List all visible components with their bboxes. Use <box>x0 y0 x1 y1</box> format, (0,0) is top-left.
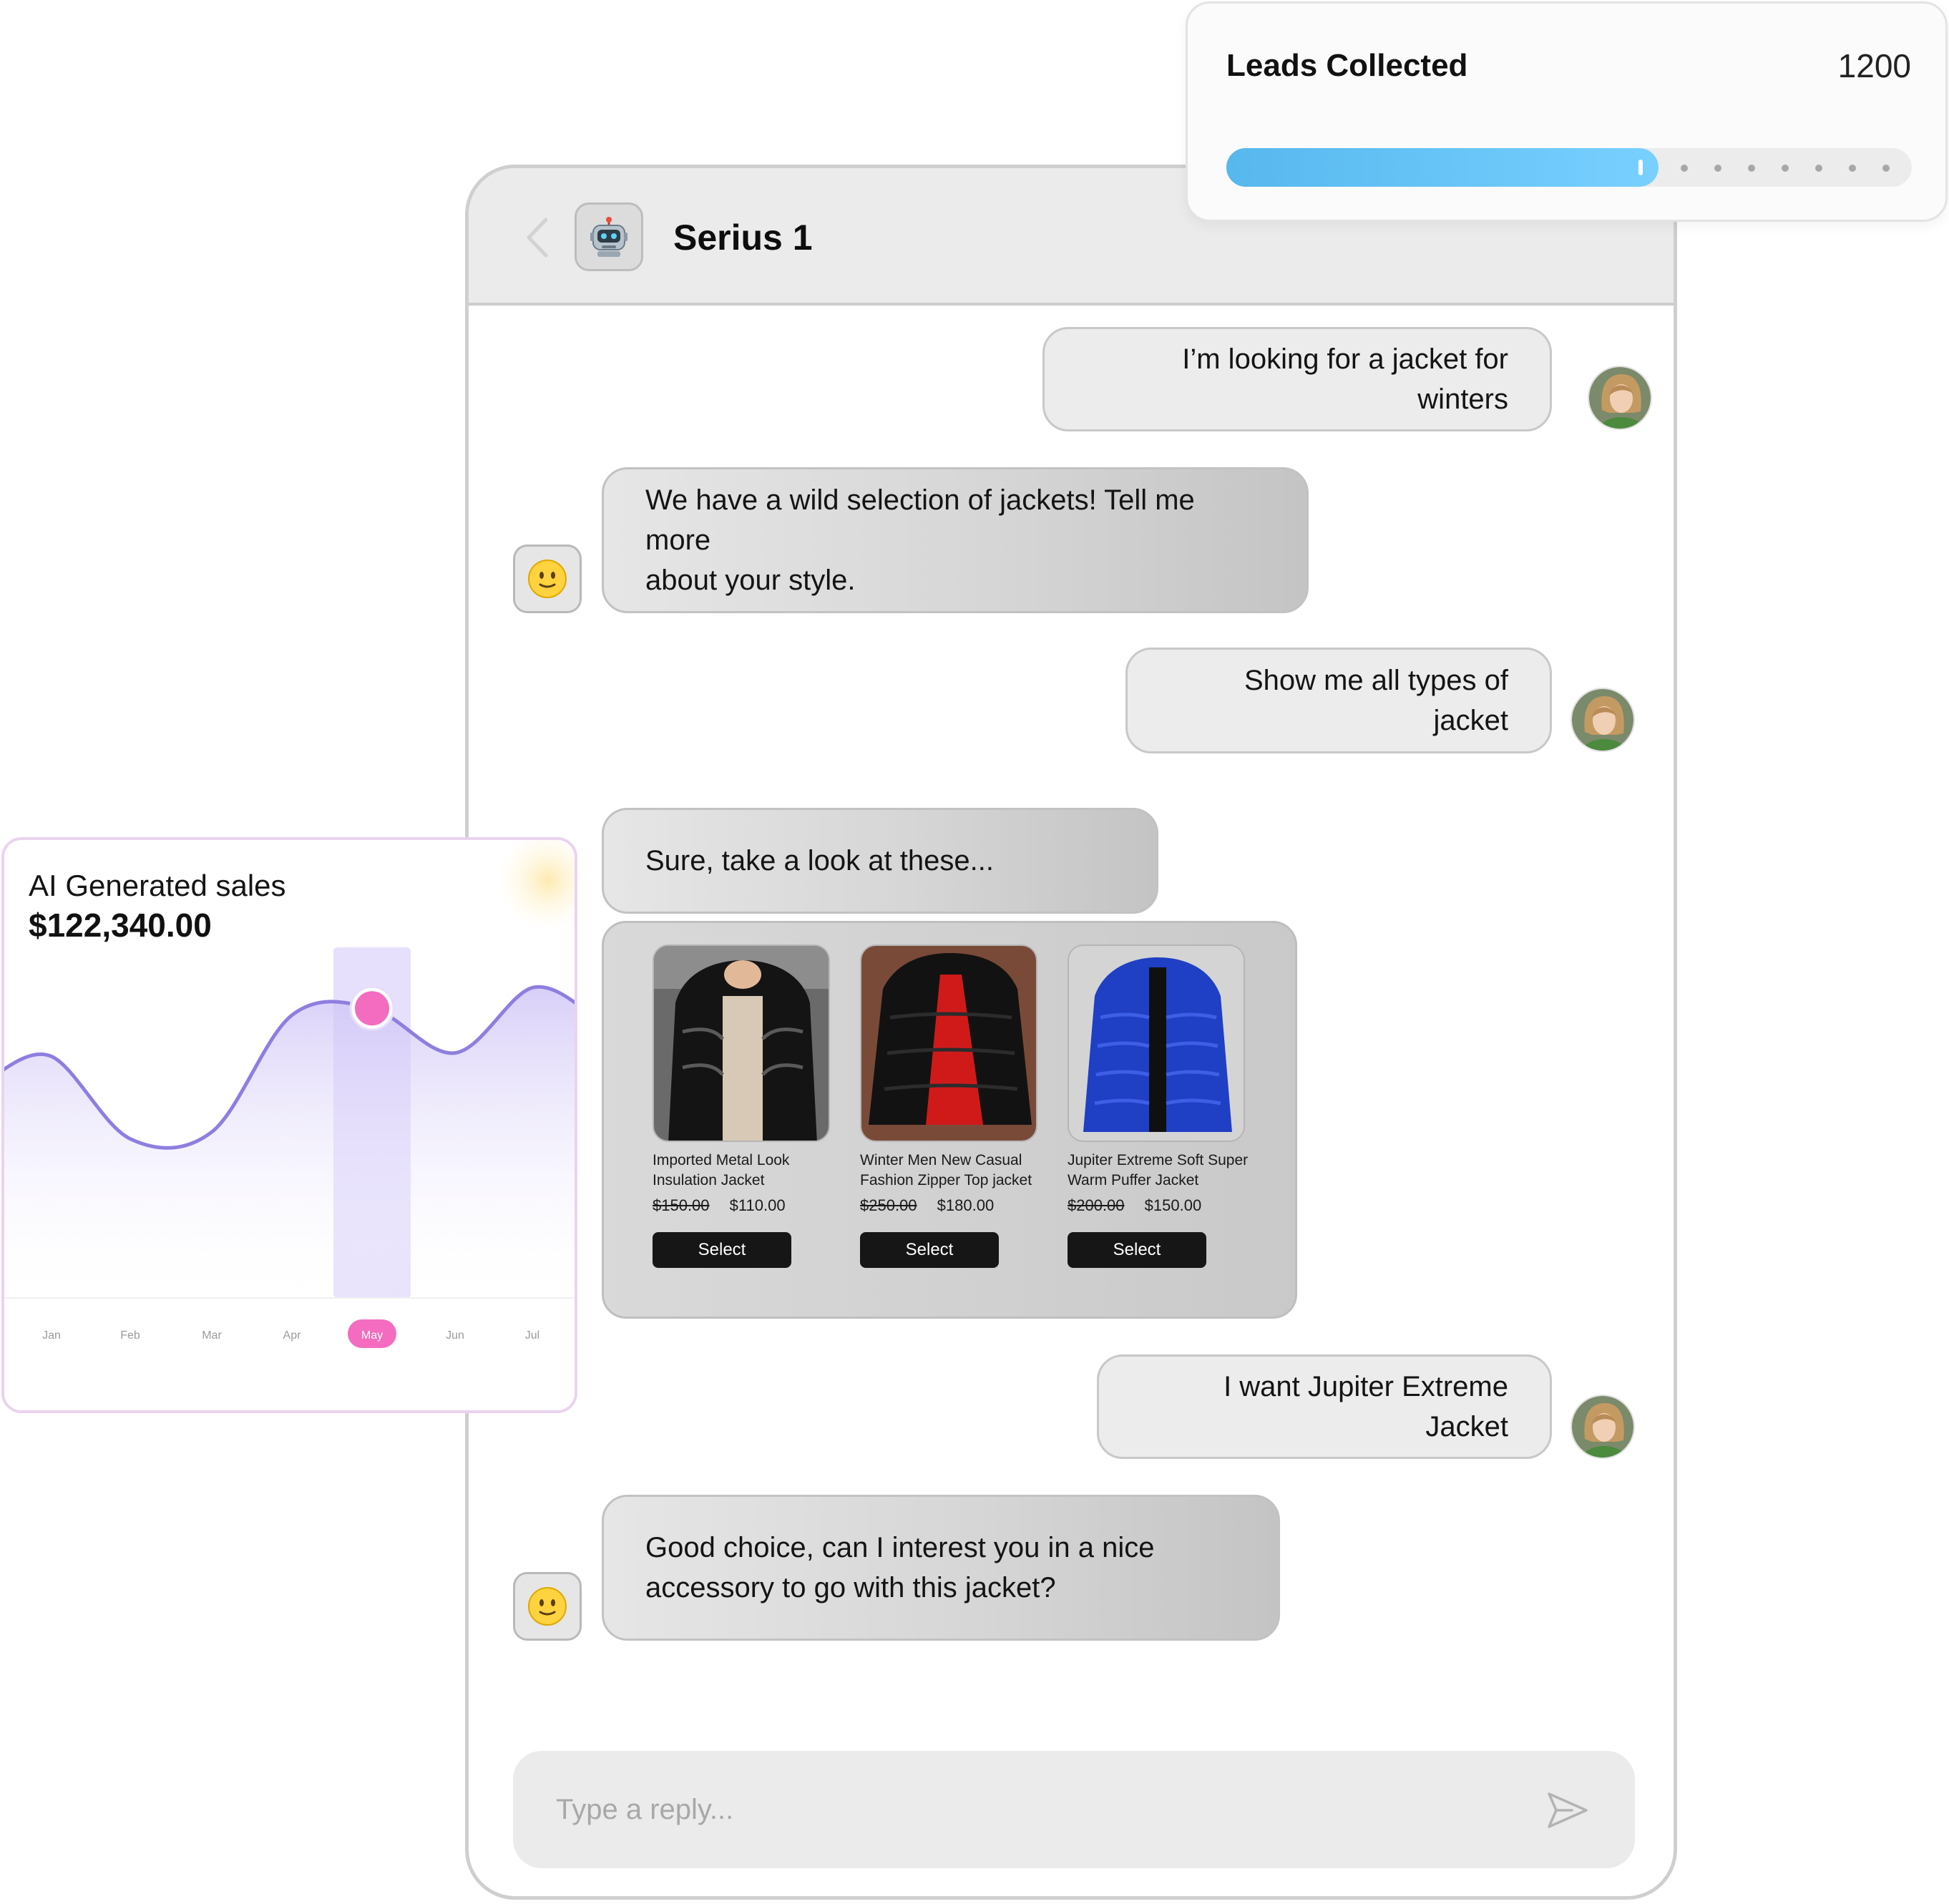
reply-input[interactable] <box>556 1782 1486 1837</box>
old-price: $200.00 <box>1068 1196 1125 1214</box>
smiley-icon <box>528 1587 567 1626</box>
product-name-line: Winter Men New Casual <box>860 1152 1022 1168</box>
send-icon[interactable] <box>1543 1787 1591 1834</box>
select-button[interactable]: Select <box>1068 1232 1206 1268</box>
product-name-line: Warm Puffer Jacket <box>1068 1172 1199 1188</box>
user-message: I’m looking for a jacket for winters <box>1042 327 1552 431</box>
x-tick-label: Jun <box>446 1329 464 1342</box>
robot-icon <box>590 217 627 257</box>
product-prices: $150.00 $110.00 <box>653 1195 830 1216</box>
user-message: Show me all types of jacket <box>1125 648 1552 753</box>
product-name-line: Imported Metal Look <box>653 1152 790 1168</box>
product-carousel: Imported Metal Look Insulation Jacket $1… <box>602 921 1297 1319</box>
message-text: Show me all types of jacket <box>1244 665 1508 736</box>
leads-progress-dot <box>1815 165 1822 172</box>
chat-title: Serius 1 <box>673 218 813 258</box>
message-text: Good choice, can I interest you in a nic… <box>645 1528 1155 1608</box>
user-message: I want Jupiter Extreme Jacket <box>1097 1354 1552 1459</box>
user-avatar <box>1571 1395 1635 1459</box>
leads-progress-dot <box>1882 165 1890 172</box>
old-price: $250.00 <box>860 1196 917 1214</box>
bot-message: Good choice, can I interest you in a nic… <box>602 1495 1280 1641</box>
product-prices: $200.00 $150.00 <box>1068 1195 1245 1216</box>
leads-card: Leads Collected 1200 <box>1186 1 1948 222</box>
message-text: Sure, take a look at these... <box>645 845 994 877</box>
product-name: Winter Men New Casual Fashion Zipper Top… <box>860 1151 1046 1191</box>
leads-progress-dot <box>1849 165 1856 172</box>
x-tick-label: Apr <box>283 1329 302 1342</box>
leads-progress-dot <box>1714 165 1721 172</box>
bot-message: Sure, take a look at these... <box>602 808 1158 914</box>
blue-puffer-jacket-icon <box>1069 946 1244 1141</box>
sales-area <box>4 987 575 1298</box>
product-image <box>1068 944 1245 1142</box>
decorative-glow <box>498 840 575 930</box>
message-text: We have a wild selection of jackets! Tel… <box>645 480 1265 600</box>
user-avatar <box>1588 366 1652 430</box>
price: $180.00 <box>937 1196 995 1214</box>
leads-progress-dot <box>1681 165 1688 172</box>
bot-message: We have a wild selection of jackets! Tel… <box>602 467 1309 613</box>
user-photo-icon <box>1572 689 1633 751</box>
product-name-line: Fashion Zipper Top jacket <box>860 1172 1032 1188</box>
select-button[interactable]: Select <box>653 1232 791 1268</box>
back-chevron-icon[interactable] <box>519 213 555 263</box>
leads-progress-knob[interactable] <box>1638 160 1643 175</box>
bot-avatar <box>575 202 643 271</box>
product-card[interactable]: Winter Men New Casual Fashion Zipper Top… <box>860 944 1037 1268</box>
product-name: Jupiter Extreme Soft Super Warm Puffer J… <box>1068 1151 1254 1191</box>
sales-card: Jan Feb Mar Apr May Jun Jul AI Generated sales… <box>1 837 577 1413</box>
old-price: $150.00 <box>653 1196 710 1214</box>
user-avatar <box>1571 688 1635 752</box>
product-name-line: Jupiter Extreme Soft Super <box>1068 1152 1249 1168</box>
leads-count: 1200 <box>1837 47 1911 84</box>
x-tick-label: Mar <box>202 1329 222 1342</box>
price: $150.00 <box>1144 1196 1202 1214</box>
product-image <box>653 944 830 1142</box>
bot-face-avatar <box>513 1572 582 1641</box>
leads-title: Leads Collected <box>1226 48 1468 83</box>
x-tick-label: Jul <box>525 1329 539 1342</box>
user-photo-icon <box>1589 367 1651 429</box>
x-tick-label: Jan <box>42 1329 61 1342</box>
product-prices: $250.00 $180.00 <box>860 1195 1037 1216</box>
leads-progress-fill <box>1226 148 1659 187</box>
message-line: Good choice, can I interest you in a nic… <box>645 1532 1155 1563</box>
price: $110.00 <box>729 1196 786 1214</box>
sales-value: $122,340.00 <box>29 907 212 944</box>
sales-title: AI Generated sales <box>29 869 286 902</box>
product-image <box>860 944 1037 1142</box>
smiley-icon <box>528 560 567 598</box>
leads-progress-dot <box>1782 165 1789 172</box>
highlight-point <box>355 991 389 1026</box>
message-line: about your style. <box>645 565 856 596</box>
product-name: Imported Metal Look Insulation Jacket <box>653 1151 839 1191</box>
product-card[interactable]: Imported Metal Look Insulation Jacket $1… <box>653 944 830 1268</box>
user-photo-icon <box>1572 1396 1633 1458</box>
message-line: accessory to go with this jacket? <box>645 1572 1056 1603</box>
bot-face-avatar <box>513 545 582 613</box>
message-line: We have a wild selection of jackets! Tel… <box>645 484 1195 556</box>
black-red-jacket-icon <box>861 946 1036 1141</box>
x-tick-label: Feb <box>120 1329 140 1342</box>
reply-bar <box>513 1751 1635 1868</box>
chat-window: Serius 1 I’m looking for a jacket for wi… <box>465 165 1677 1900</box>
black-glossy-jacket-icon <box>654 946 829 1141</box>
message-text: I’m looking for a jacket for winters <box>1182 343 1508 415</box>
leads-progress-track <box>1226 148 1912 187</box>
leads-progress-dot <box>1748 165 1755 172</box>
product-card[interactable]: Jupiter Extreme Soft Super Warm Puffer J… <box>1068 944 1248 1268</box>
x-tick-label: May <box>361 1329 383 1342</box>
product-name-line: Insulation Jacket <box>653 1172 765 1188</box>
message-text: I want Jupiter Extreme Jacket <box>1223 1371 1508 1442</box>
select-button[interactable]: Select <box>860 1232 999 1268</box>
